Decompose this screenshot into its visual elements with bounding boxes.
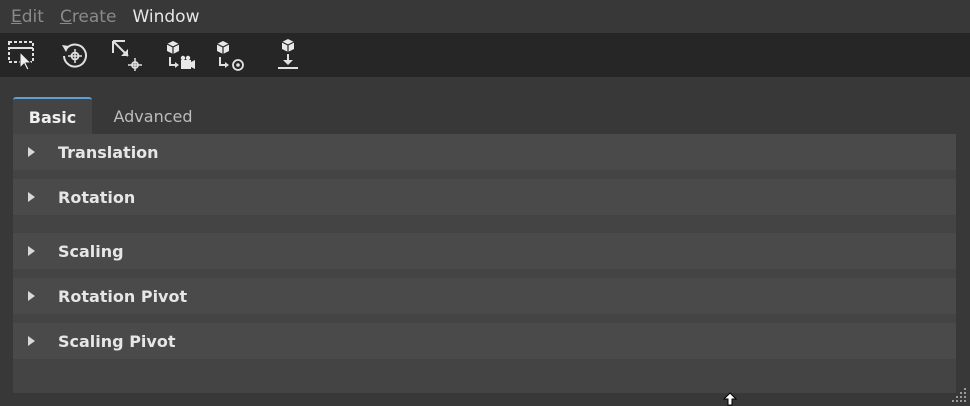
tab-basic[interactable]: Basic — [13, 97, 92, 135]
expand-arrow-icon — [28, 336, 35, 346]
move-to-camera-button[interactable] — [162, 38, 196, 72]
section-label: Scaling — [58, 241, 124, 261]
section-scaling[interactable]: Scaling — [13, 233, 956, 269]
menu-create-mnemonic: C — [59, 6, 72, 27]
section-label: Rotation — [58, 187, 136, 207]
tab-advanced[interactable]: Advanced — [100, 97, 206, 135]
section-label: Scaling Pivot — [58, 331, 176, 351]
section-scaling-pivot[interactable]: Scaling Pivot — [13, 323, 956, 359]
select-layout-button[interactable] — [4, 38, 38, 72]
expand-arrow-icon — [28, 291, 35, 301]
expand-arrow-icon — [28, 192, 35, 202]
section-label: Translation — [58, 142, 159, 162]
scale-pivot-icon — [112, 40, 142, 71]
section-rotation-pivot[interactable]: Rotation Pivot — [13, 278, 956, 314]
scale-pivot-button[interactable] — [110, 38, 144, 72]
expand-arrow-icon — [28, 246, 35, 256]
toolbar — [0, 33, 970, 77]
menu-edit[interactable]: Edit — [11, 7, 44, 27]
reset-transform-button[interactable] — [58, 38, 92, 72]
move-to-pivot-button[interactable] — [212, 38, 246, 72]
reset-transform-icon — [62, 43, 87, 68]
panel-area: Basic Advanced Translation Rotation Scal… — [0, 77, 970, 406]
drop-to-ground-button[interactable] — [271, 38, 305, 72]
expand-arrow-icon — [28, 147, 35, 157]
menu-window[interactable]: Window — [132, 7, 199, 27]
resize-grip-icon[interactable] — [951, 387, 967, 403]
menu-edit-rest: dit — [21, 6, 44, 27]
menu-create-rest: reate — [71, 6, 117, 27]
menu-bar: Edit Create Window — [0, 0, 970, 33]
menu-window-label: Window — [132, 6, 200, 27]
menu-create[interactable]: Create — [60, 7, 117, 27]
menu-edit-mnemonic: E — [11, 6, 22, 27]
section-translation[interactable]: Translation — [13, 134, 956, 170]
drop-to-ground-icon — [278, 39, 298, 69]
mouse-cursor-icon — [722, 392, 738, 406]
tab-content: Translation Rotation Scaling Rotation Pi… — [13, 134, 956, 393]
move-to-pivot-icon — [216, 41, 244, 71]
section-label: Rotation Pivot — [58, 286, 188, 306]
move-to-camera-icon — [166, 41, 195, 69]
select-layout-icon — [8, 41, 34, 71]
section-rotation[interactable]: Rotation — [13, 179, 956, 215]
